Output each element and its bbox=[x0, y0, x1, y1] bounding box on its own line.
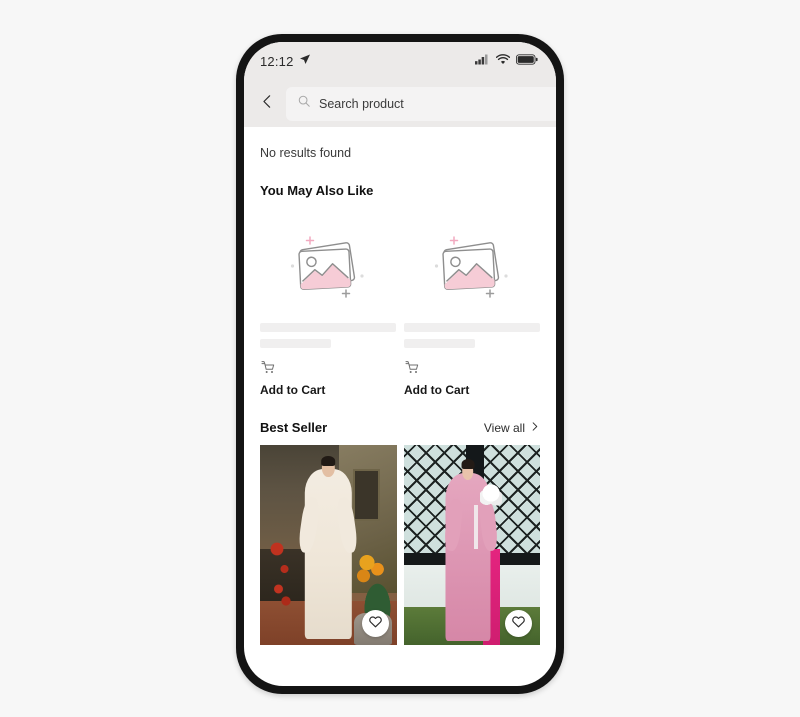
add-to-cart-button[interactable]: Add to Cart bbox=[404, 383, 540, 397]
status-bar-left: 12:12 bbox=[260, 52, 311, 70]
you-may-also-like-title: You May Also Like bbox=[260, 183, 374, 198]
chevron-right-icon bbox=[529, 421, 540, 435]
search-icon bbox=[297, 94, 311, 113]
battery-full-icon bbox=[516, 52, 538, 70]
search-input[interactable]: Search product bbox=[286, 86, 556, 121]
add-to-cart-button[interactable]: Add to Cart bbox=[260, 383, 396, 397]
search-header: Search product bbox=[244, 80, 556, 127]
heart-outline-icon bbox=[368, 614, 383, 634]
search-results-content: No results found You May Also Like Add t… bbox=[244, 127, 556, 645]
no-results-message: No results found bbox=[260, 146, 352, 160]
back-button[interactable] bbox=[252, 89, 282, 119]
suggestion-card[interactable]: Add to Cart bbox=[404, 208, 540, 397]
wifi-icon bbox=[495, 52, 511, 70]
shopping-cart-icon[interactable] bbox=[260, 359, 396, 376]
image-placeholder-icon bbox=[260, 208, 396, 323]
view-all-button[interactable]: View all bbox=[484, 421, 540, 435]
product-card[interactable] bbox=[260, 445, 397, 645]
location-arrow-icon bbox=[299, 52, 311, 70]
phone-screen: 12:12 Search product No results found Yo… bbox=[244, 42, 556, 686]
status-bar-right bbox=[475, 52, 538, 70]
image-placeholder-icon bbox=[404, 208, 540, 323]
search-input-placeholder: Search product bbox=[319, 96, 404, 111]
phone-device-frame: 12:12 Search product No results found Yo… bbox=[236, 34, 564, 694]
chevron-left-icon bbox=[259, 93, 276, 115]
price-skeleton-bar bbox=[404, 339, 475, 348]
status-bar-clock: 12:12 bbox=[260, 53, 294, 69]
product-card[interactable] bbox=[403, 445, 540, 645]
price-skeleton-bar bbox=[260, 339, 331, 348]
best-seller-title: Best Seller bbox=[260, 420, 328, 435]
suggestion-card[interactable]: Add to Cart bbox=[260, 208, 396, 397]
title-skeleton-bar bbox=[260, 323, 396, 332]
favorite-button[interactable] bbox=[505, 610, 532, 637]
suggestion-grid: Add to Cart Add to Cart bbox=[260, 208, 540, 397]
screenshot-canvas: 12:12 Search product No results found Yo… bbox=[0, 0, 800, 717]
status-bar: 12:12 bbox=[244, 42, 556, 80]
title-skeleton-bar bbox=[404, 323, 540, 332]
cellular-signal-icon bbox=[475, 52, 490, 70]
best-seller-grid bbox=[260, 445, 540, 645]
best-seller-header: Best Seller View all bbox=[260, 397, 540, 435]
favorite-button[interactable] bbox=[361, 610, 389, 637]
shopping-cart-icon[interactable] bbox=[404, 359, 540, 376]
view-all-label: View all bbox=[483, 420, 525, 435]
heart-outline-icon bbox=[511, 614, 526, 634]
